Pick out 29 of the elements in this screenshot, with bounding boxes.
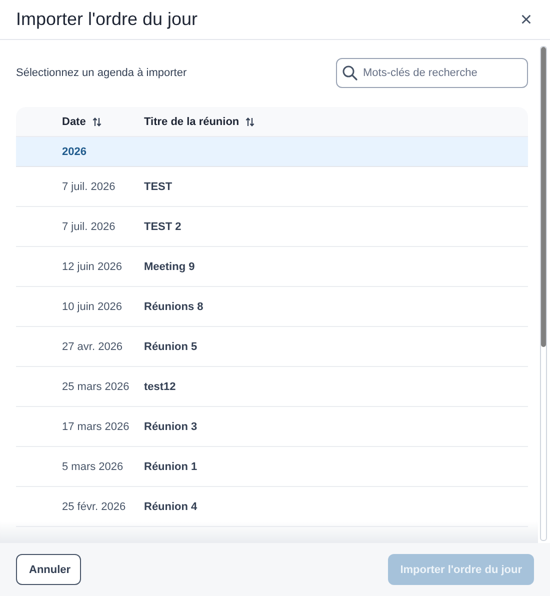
column-header[interactable]: Titre de la réunion [144,116,240,128]
meeting-title-cell: TEST [144,180,172,192]
column-header[interactable]: Date [62,116,86,128]
sort-icon[interactable] [92,116,102,126]
scrollbar[interactable] [540,46,547,541]
search-field[interactable]: Mots-clés de recherche [336,58,528,88]
year-group-label: 2026 [62,146,88,158]
close-button[interactable]: × [518,10,534,30]
meeting-title-cell: Meeting 9 [144,260,195,272]
meeting-title-cell: Réunions 8 [144,300,204,312]
date-cell-text: 12 juin 2026 [62,260,123,272]
meeting-title-cell: test12 [144,380,176,392]
cancel-button[interactable]: Annuler [16,554,81,585]
dialog-title: Importer l'ordre du jour [16,9,198,30]
prompt-text: Sélectionnez un agenda à importer [16,67,187,79]
sort-icon[interactable] [245,116,256,126]
date-cell-text: 25 mars 2026 [62,380,130,392]
meeting-title-cell: Réunion 4 [144,500,198,512]
date-cell-text: 25 févr. 2026 [62,500,127,512]
meeting-title-cell: Réunion 5 [144,340,198,352]
date-cell-text: 27 avr. 2026 [62,340,124,352]
meeting-title-cell: TEST 2 [144,220,182,232]
date-cell-text: 5 mars 2026 [62,460,124,472]
meeting-title-cell: Réunion 3 [144,420,198,432]
date-cell-text: 7 juil. 2026 [62,220,116,232]
meeting-title-cell: Réunion 1 [144,460,198,472]
date-cell-text: 10 juin 2026 [62,300,123,312]
date-cell-text: 7 juil. 2026 [62,180,116,192]
date-cell-text: 17 mars 2026 [62,420,130,432]
